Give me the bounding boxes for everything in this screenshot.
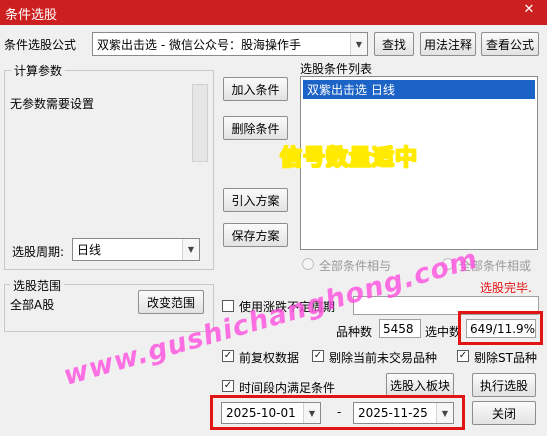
- window-title: 条件选股: [5, 8, 58, 23]
- status-text: 选股完毕.: [480, 281, 532, 295]
- variable-period-checkbox[interactable]: [222, 300, 234, 312]
- time-range-checkbox[interactable]: ✓: [222, 380, 234, 392]
- exclude-st-label: 剔除ST品种: [474, 351, 537, 365]
- and-radio[interactable]: [302, 258, 314, 270]
- find-button[interactable]: 查找: [374, 32, 414, 56]
- selected-label: 选中数: [425, 325, 462, 339]
- params-group-title: 计算参数: [11, 62, 66, 79]
- to-block-button[interactable]: 选股入板块: [386, 373, 454, 397]
- chevron-down-icon[interactable]: ▼: [182, 239, 199, 260]
- import-plan-button[interactable]: 引入方案: [223, 188, 288, 212]
- date-separator: -: [337, 405, 342, 419]
- chevron-down-icon[interactable]: ▼: [303, 403, 320, 423]
- exclude-untraded-label: 剔除当前未交易品种: [329, 351, 438, 365]
- end-date-select[interactable]: 2025-11-25 ▼: [353, 402, 454, 424]
- start-date-select[interactable]: 2025-10-01 ▼: [221, 402, 321, 424]
- adjusted-checkbox[interactable]: ✓: [222, 350, 234, 362]
- formula-label: 条件选股公式: [4, 38, 77, 52]
- add-condition-button[interactable]: 加入条件: [223, 77, 288, 101]
- params-empty-text: 无参数需要设置: [10, 97, 95, 111]
- or-label: 全部条件相或: [459, 259, 532, 273]
- chevron-down-icon[interactable]: ▼: [436, 403, 453, 423]
- condition-list-title: 选股条件列表: [300, 62, 373, 76]
- end-date-value: 2025-11-25: [358, 406, 428, 420]
- selected-highlight: [458, 311, 543, 345]
- variable-period-label: 使用涨跌不定周期: [239, 300, 336, 314]
- title-bar: 条件选股 ✕: [0, 0, 547, 25]
- count-value: 5458: [379, 319, 421, 338]
- save-plan-button[interactable]: 保存方案: [223, 223, 288, 247]
- formula-select[interactable]: 双紫出击选 - 微信公众号：股海操作手 ▼: [92, 32, 368, 56]
- and-label: 全部条件相与: [319, 259, 392, 273]
- count-label: 品种数: [336, 325, 373, 339]
- close-button[interactable]: 关闭: [472, 401, 536, 425]
- delete-condition-button[interactable]: 删除条件: [223, 116, 288, 140]
- range-group-title: 选股范围: [10, 277, 65, 294]
- or-radio[interactable]: [442, 258, 454, 270]
- usage-button[interactable]: 用法注释: [420, 32, 476, 56]
- formula-value: 双紫出击选 - 微信公众号：股海操作手: [97, 37, 301, 52]
- params-scrollbar[interactable]: [192, 84, 208, 162]
- adjusted-label: 前复权数据: [239, 351, 300, 365]
- period-select[interactable]: 日线 ▼: [72, 238, 200, 261]
- period-label: 选股周期:: [12, 245, 65, 259]
- change-range-button[interactable]: 改变范围: [138, 290, 204, 314]
- start-date-value: 2025-10-01: [226, 406, 296, 420]
- overlay-caption: 信号数量适中: [279, 146, 419, 172]
- condition-list-item[interactable]: 双紫出击选 日线: [303, 80, 535, 99]
- exclude-untraded-checkbox[interactable]: ✓: [312, 350, 324, 362]
- view-formula-button[interactable]: 查看公式: [481, 32, 539, 56]
- close-icon[interactable]: ✕: [521, 2, 537, 18]
- chevron-down-icon[interactable]: ▼: [350, 33, 367, 55]
- period-value: 日线: [77, 243, 102, 257]
- range-value: 全部A股: [10, 298, 55, 312]
- time-range-label: 时间段内满足条件: [239, 381, 336, 395]
- exclude-st-checkbox[interactable]: ✓: [457, 350, 469, 362]
- execute-button[interactable]: 执行选股: [472, 373, 536, 397]
